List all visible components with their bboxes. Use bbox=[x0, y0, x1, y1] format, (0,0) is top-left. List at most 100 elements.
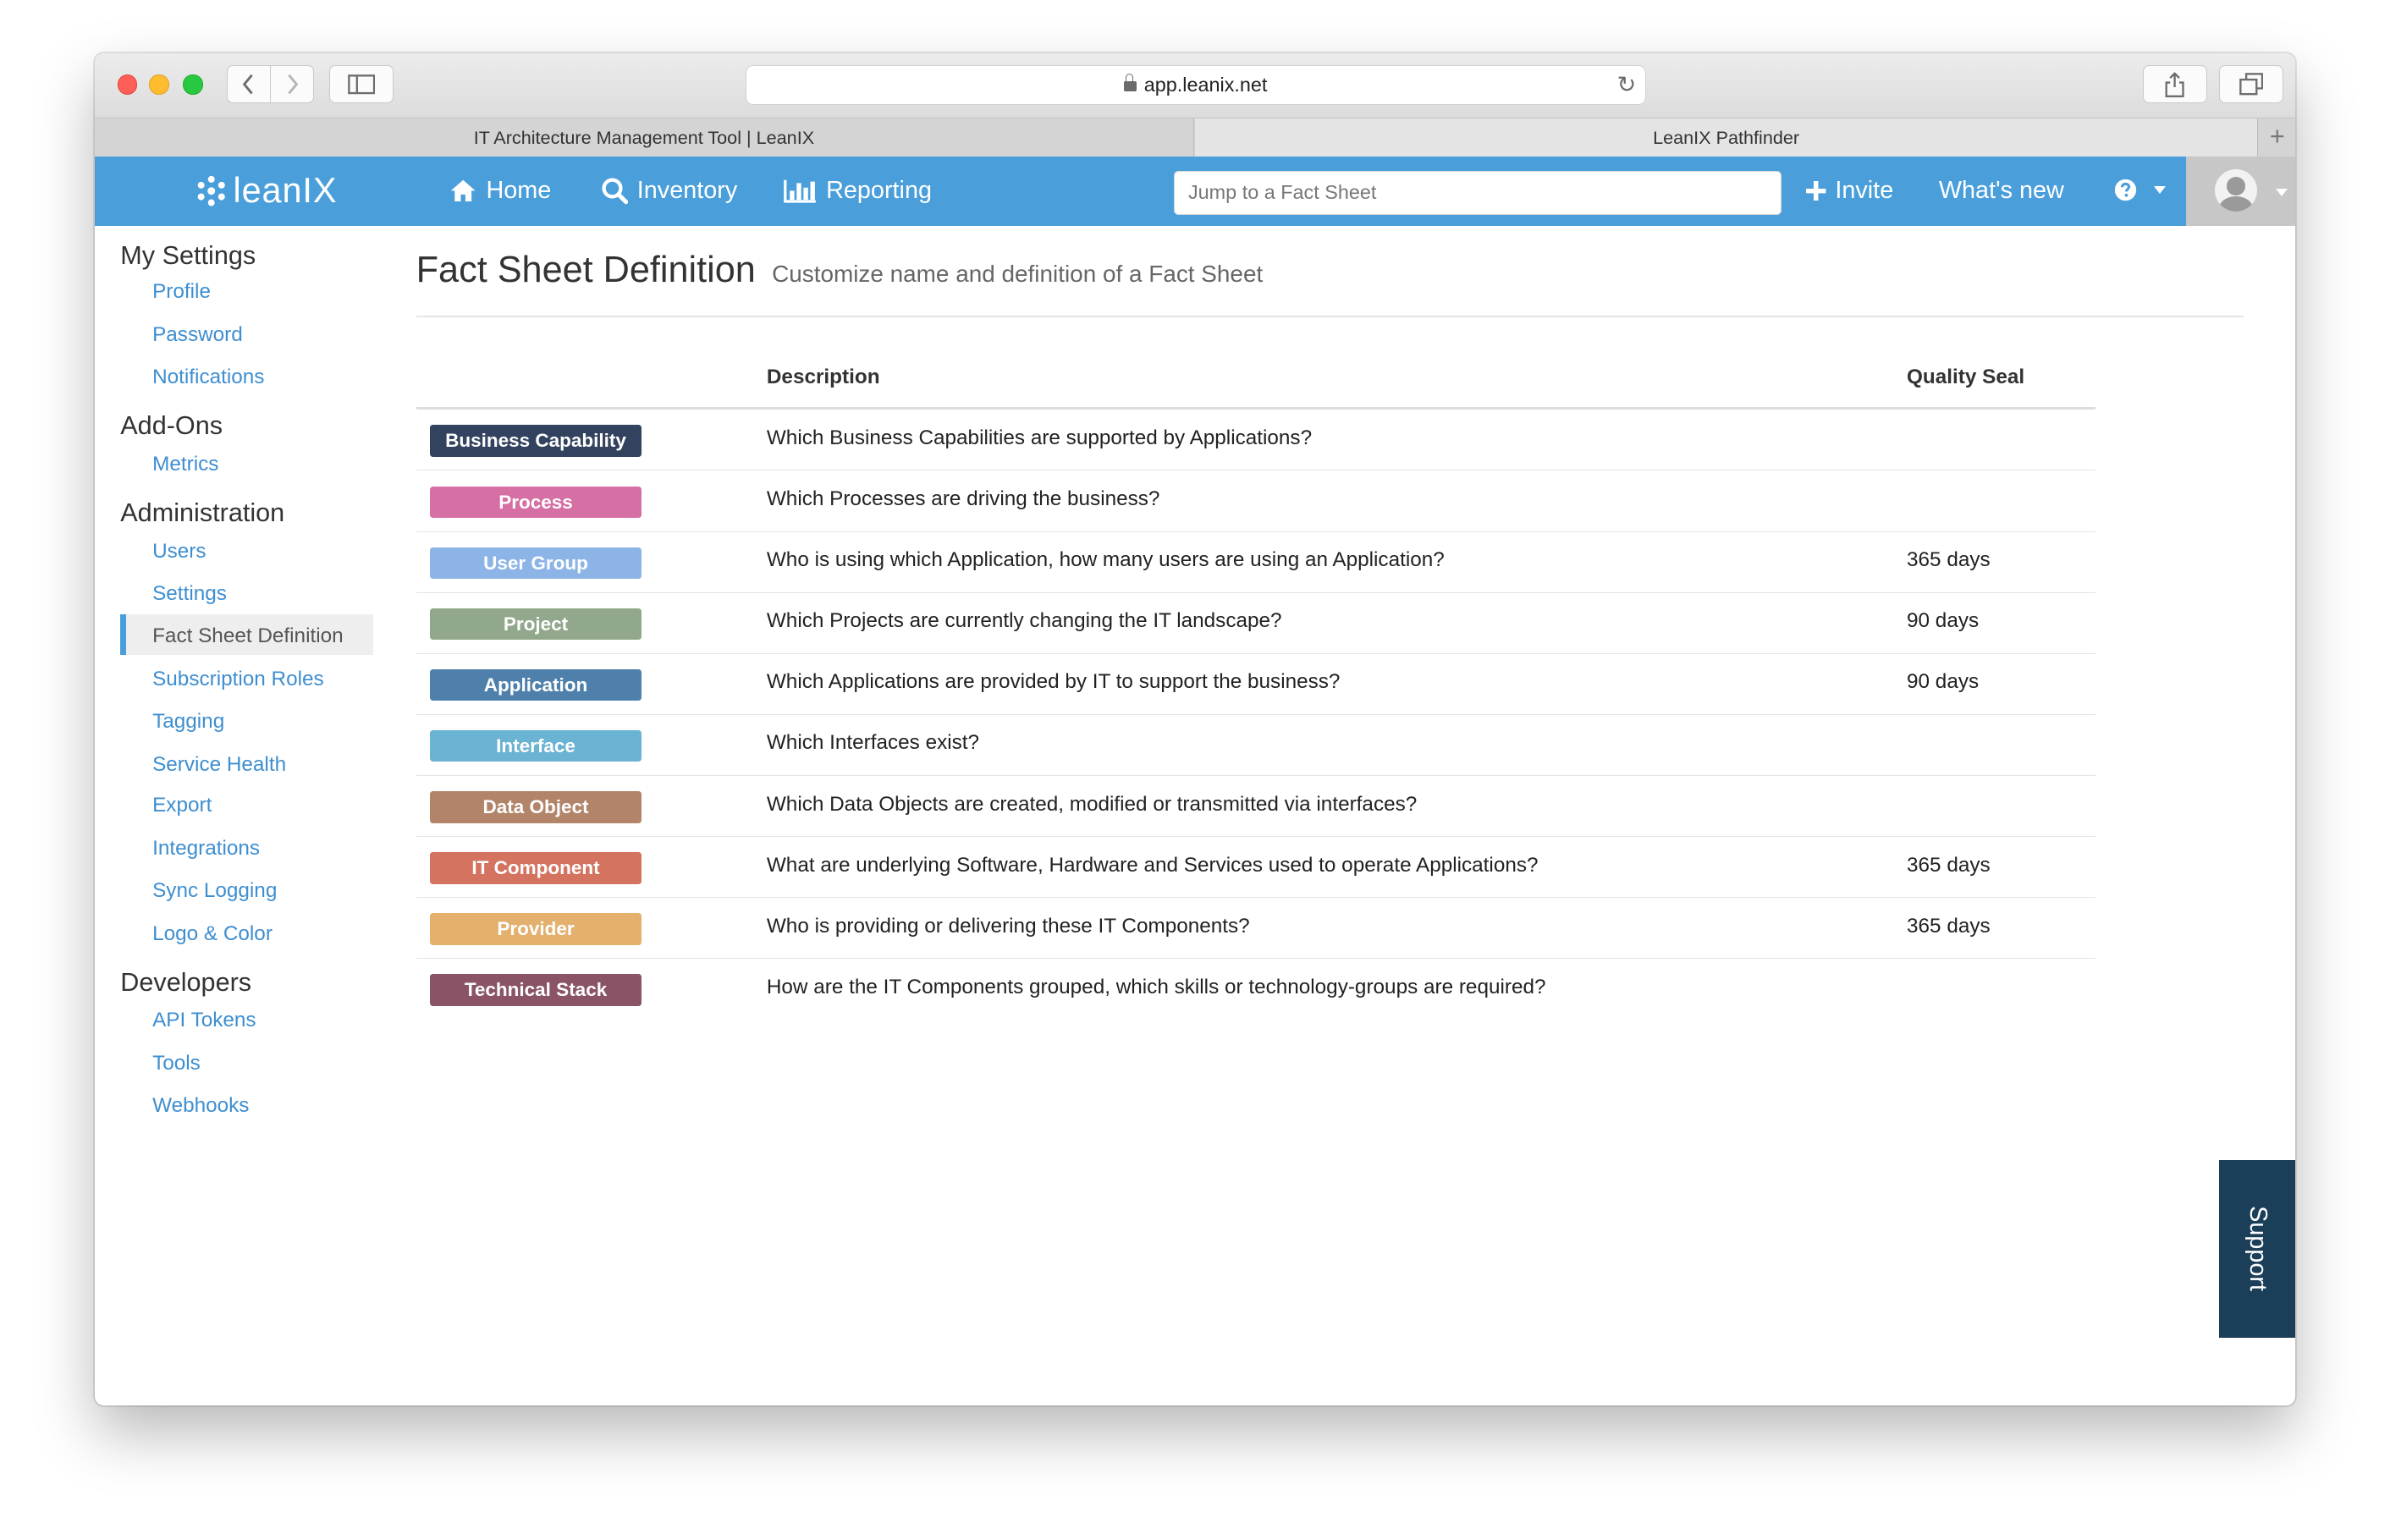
sidebar-item-integrations[interactable]: Integrations bbox=[152, 837, 260, 861]
plus-icon bbox=[1806, 180, 1826, 201]
sidebar-item-api-tokens[interactable]: API Tokens bbox=[152, 1009, 256, 1032]
sidebar-heading-developers: Developers bbox=[120, 967, 252, 997]
chevron-right-icon bbox=[288, 74, 299, 95]
sidebar-heading-administration: Administration bbox=[120, 498, 285, 527]
table-row[interactable]: Process Which Processes are driving the … bbox=[416, 471, 2096, 532]
fact-sheet-type-badge[interactable]: IT Component bbox=[429, 851, 642, 884]
page-title-text: Fact Sheet Definition bbox=[416, 250, 756, 291]
nav-inventory-label: Inventory bbox=[636, 176, 738, 204]
question-circle-icon bbox=[2114, 179, 2137, 201]
table-row[interactable]: User Group Who is using which Applicatio… bbox=[416, 532, 2096, 593]
minimize-window-button[interactable] bbox=[149, 74, 169, 95]
tab-bar: IT Architecture Management Tool | LeanIX… bbox=[94, 117, 2296, 157]
fact-sheet-type-badge[interactable]: Project bbox=[429, 608, 642, 641]
help-menu-button[interactable] bbox=[2114, 179, 2166, 201]
sidebar-item-users[interactable]: Users bbox=[152, 540, 206, 564]
lock-icon bbox=[1124, 73, 1137, 92]
browser-toolbar: app.leanix.net ↻ bbox=[94, 53, 2296, 118]
sidebar-icon bbox=[347, 74, 375, 95]
back-button[interactable] bbox=[227, 65, 272, 104]
table-row[interactable]: Data Object Which Data Objects are creat… bbox=[416, 776, 2096, 837]
search-icon bbox=[602, 178, 628, 205]
forward-button[interactable] bbox=[269, 65, 314, 104]
table-row[interactable]: Project Which Projects are currently cha… bbox=[416, 593, 2096, 654]
fact-sheet-description: Which Applications are provided by IT to… bbox=[766, 670, 1341, 694]
sidebar-item-settings[interactable]: Settings bbox=[152, 582, 227, 606]
quality-seal-value: 90 days bbox=[1907, 670, 1980, 694]
address-bar[interactable]: app.leanix.net ↻ bbox=[745, 65, 1647, 106]
fact-sheet-search-input[interactable] bbox=[1173, 170, 1782, 215]
close-window-button[interactable] bbox=[117, 74, 138, 95]
fact-sheet-description: Which Projects are currently changing th… bbox=[766, 609, 1282, 633]
fact-sheet-type-badge[interactable]: Process bbox=[429, 486, 642, 519]
user-menu-button[interactable] bbox=[2185, 157, 2296, 226]
sidebar-toggle-button[interactable] bbox=[329, 65, 394, 104]
home-icon bbox=[451, 179, 476, 201]
table-row[interactable]: IT Component What are underlying Softwar… bbox=[416, 837, 2096, 898]
sidebar-item-fact-sheet-definition[interactable]: Fact Sheet Definition bbox=[152, 624, 344, 648]
chevron-down-icon bbox=[2153, 185, 2166, 194]
whats-new-link[interactable]: What's new bbox=[1939, 177, 2064, 205]
new-tab-button[interactable]: + bbox=[2257, 118, 2295, 157]
leanix-logo[interactable]: leanIX bbox=[194, 173, 338, 208]
fact-sheet-description: Which Data Objects are created, modified… bbox=[766, 792, 1418, 816]
logo-text: leanIX bbox=[233, 171, 338, 211]
invite-label: Invite bbox=[1835, 176, 1894, 204]
chevron-left-icon bbox=[243, 74, 254, 95]
avatar bbox=[2214, 168, 2258, 212]
sidebar-item-sync-logging[interactable]: Sync Logging bbox=[152, 879, 277, 903]
fact-sheet-description: What are underlying Software, Hardware a… bbox=[766, 853, 1539, 877]
fact-sheet-type-badge[interactable]: Technical Stack bbox=[429, 973, 642, 1006]
fact-sheet-type-badge[interactable]: Interface bbox=[429, 729, 642, 762]
sidebar-item-tagging[interactable]: Tagging bbox=[152, 710, 224, 734]
nav-reporting-label: Reporting bbox=[826, 176, 932, 204]
leanix-logo-icon bbox=[197, 176, 225, 206]
sidebar-item-profile[interactable]: Profile bbox=[152, 280, 211, 304]
nav-reporting[interactable]: Reporting bbox=[783, 176, 932, 205]
support-button[interactable]: Support bbox=[2219, 1159, 2296, 1339]
share-icon bbox=[2165, 71, 2185, 97]
sidebar-item-webhooks[interactable]: Webhooks bbox=[152, 1094, 249, 1118]
app-navbar: leanIX Home Inventory Reporting Invite W… bbox=[94, 157, 2296, 226]
browser-tab-leanix[interactable]: IT Architecture Management Tool | LeanIX bbox=[95, 118, 1195, 157]
fact-sheet-type-badge[interactable]: Provider bbox=[429, 912, 642, 945]
table-row[interactable]: Business Capability Which Business Capab… bbox=[416, 410, 2096, 471]
fact-sheet-description: How are the IT Components grouped, which… bbox=[766, 975, 1546, 998]
bar-chart-icon bbox=[783, 179, 816, 203]
fact-sheet-type-badge[interactable]: Business Capability bbox=[429, 425, 642, 458]
fact-sheet-type-badge[interactable]: User Group bbox=[429, 547, 642, 580]
page-title: Fact Sheet Definition Customize name and… bbox=[416, 250, 1264, 291]
sidebar-item-tools[interactable]: Tools bbox=[152, 1052, 201, 1075]
nav-home[interactable]: Home bbox=[449, 177, 551, 205]
nav-home-label: Home bbox=[486, 176, 552, 204]
sidebar-item-logo-color[interactable]: Logo & Color bbox=[152, 922, 273, 946]
table-row[interactable]: Provider Who is providing or delivering … bbox=[416, 898, 2096, 959]
share-button[interactable] bbox=[2143, 65, 2207, 104]
table-row[interactable]: Application Which Applications are provi… bbox=[416, 654, 2096, 715]
page-subtitle: Customize name and definition of a Fact … bbox=[772, 261, 1264, 288]
sidebar-heading-add-ons: Add-Ons bbox=[120, 411, 223, 441]
reload-icon[interactable]: ↻ bbox=[1617, 72, 1637, 97]
sidebar-item-password[interactable]: Password bbox=[152, 323, 243, 347]
sidebar-item-export[interactable]: Export bbox=[152, 794, 212, 817]
browser-window: app.leanix.net ↻ IT Architecture Managem… bbox=[94, 53, 2296, 1405]
quality-seal-value: 90 days bbox=[1907, 609, 1980, 633]
nav-inventory[interactable]: Inventory bbox=[601, 176, 738, 205]
fact-sheet-type-badge[interactable]: Application bbox=[429, 668, 642, 701]
sidebar-item-service-health[interactable]: Service Health bbox=[152, 753, 286, 777]
sidebar-item-subscription-roles[interactable]: Subscription Roles bbox=[152, 668, 324, 691]
show-tabs-button[interactable] bbox=[2219, 65, 2283, 104]
zoom-window-button[interactable] bbox=[183, 74, 203, 95]
sidebar-heading-my-settings: My Settings bbox=[120, 240, 256, 270]
column-header-quality-seal: Quality Seal bbox=[1907, 366, 2025, 389]
browser-tab-pathfinder[interactable]: LeanIX Pathfinder bbox=[1194, 118, 2258, 157]
support-label: Support bbox=[2244, 1206, 2272, 1292]
fact-sheet-description: Which Business Capabilities are supporte… bbox=[766, 426, 1313, 450]
table-row[interactable]: Technical Stack How are the IT Component… bbox=[416, 959, 2096, 1020]
sidebar-item-notifications[interactable]: Notifications bbox=[152, 366, 264, 389]
sidebar-item-metrics[interactable]: Metrics bbox=[152, 453, 218, 476]
fact-sheet-type-badge[interactable]: Data Object bbox=[429, 790, 642, 823]
column-header-description: Description bbox=[766, 366, 880, 389]
invite-button[interactable]: Invite bbox=[1806, 177, 1893, 205]
table-row[interactable]: Interface Which Interfaces exist? bbox=[416, 715, 2096, 776]
